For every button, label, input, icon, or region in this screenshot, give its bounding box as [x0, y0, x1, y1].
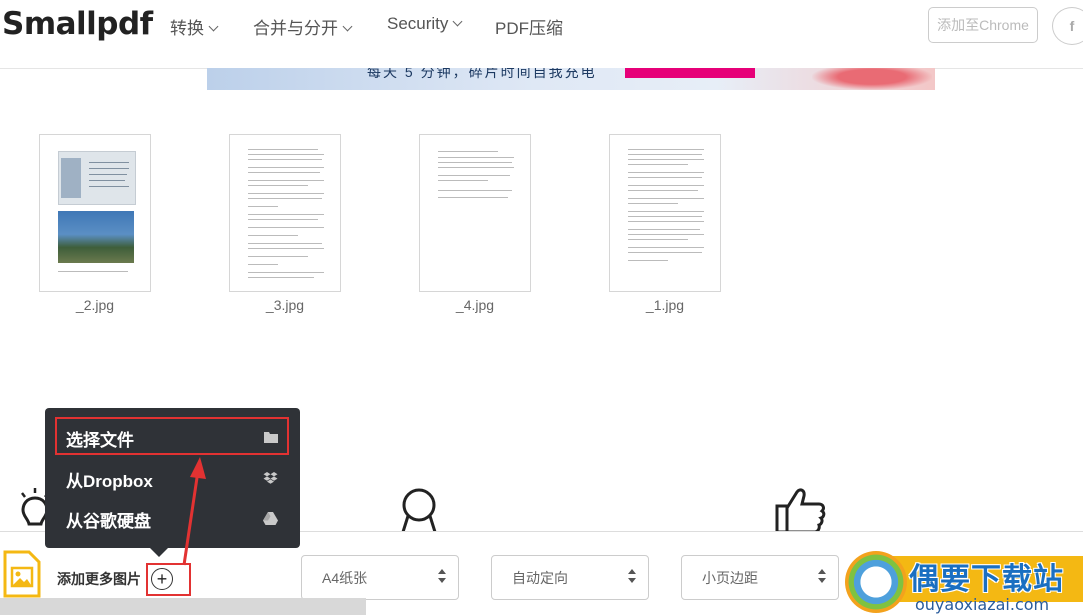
page-thumbnail[interactable] — [609, 134, 721, 292]
page-label: _4.jpg — [455, 297, 495, 313]
margin-select[interactable]: 小页边距 — [681, 555, 839, 600]
nav-compress[interactable]: PDF压缩 — [495, 14, 563, 39]
site-watermark: 偶要下载站 ouyaoxiazai.com — [845, 551, 1083, 615]
dropbox-icon — [263, 472, 278, 484]
chevron-down-icon — [342, 21, 353, 32]
nav-security-label: Security — [387, 14, 449, 33]
sort-up-icon — [818, 569, 826, 574]
annotation-arrow-icon — [182, 457, 206, 566]
page-label: _1.jpg — [645, 297, 685, 313]
menu-item-label: 从谷歌硬盘 — [66, 512, 151, 531]
choose-file-highlight-box — [55, 417, 289, 455]
orientation-value: 自动定向 — [512, 570, 568, 586]
ad-banner-pink-block — [625, 68, 755, 78]
nav-security[interactable]: Security — [387, 14, 463, 34]
dropdown-caret — [150, 548, 168, 557]
chevron-down-icon — [208, 21, 219, 32]
ad-banner[interactable]: 每天 5 分钟，碎片时间自我充电 — [207, 68, 935, 90]
add-to-chrome-button[interactable]: 添加至Chrome — [928, 7, 1038, 43]
sort-down-icon — [628, 578, 636, 583]
nav-merge-split[interactable]: 合并与分开 — [253, 14, 353, 39]
google-drive-icon — [263, 512, 278, 525]
page-size-select[interactable]: A4纸张 — [301, 555, 459, 600]
sort-up-icon — [628, 569, 636, 574]
chevron-down-icon — [452, 16, 463, 27]
page-label: _2.jpg — [75, 297, 115, 313]
thumbs-up-icon — [775, 488, 826, 532]
nav-convert[interactable]: 转换 — [170, 14, 219, 39]
add-more-images-label[interactable]: 添加更多图片 — [57, 569, 141, 589]
sort-down-icon — [818, 578, 826, 583]
page-thumbnail[interactable] — [39, 134, 151, 292]
page-thumbnail[interactable] — [229, 134, 341, 292]
nav-merge-split-label: 合并与分开 — [253, 19, 338, 38]
smallpdf-logo[interactable]: Smallpdf — [2, 6, 153, 42]
margin-value: 小页边距 — [702, 570, 758, 586]
nav-convert-label: 转换 — [170, 19, 204, 38]
award-ribbon-icon — [401, 488, 437, 532]
page-size-value: A4纸张 — [322, 570, 368, 586]
nav-compress-label: PDF压缩 — [495, 19, 563, 38]
facebook-button[interactable]: f — [1052, 7, 1083, 45]
sort-up-icon — [438, 569, 446, 574]
watermark-url: ouyaoxiazai.com — [915, 595, 1050, 614]
image-file-icon — [3, 550, 41, 598]
watermark-title: 偶要下载站 — [909, 562, 1064, 597]
ad-banner-text: 每天 5 分钟，碎片时间自我充电 — [367, 68, 597, 80]
plus-highlight-box — [146, 563, 191, 596]
sort-down-icon — [438, 578, 446, 583]
top-header: Smallpdf 转换 合并与分开 Security PDF压缩 添加至Chro… — [0, 0, 1083, 69]
page-thumbnail[interactable] — [419, 134, 531, 292]
orientation-select[interactable]: 自动定向 — [491, 555, 649, 600]
progress-bar — [0, 598, 366, 615]
watermark-logo — [845, 551, 907, 613]
page-image — [58, 151, 136, 205]
menu-item-label: 从Dropbox — [66, 472, 153, 491]
ad-banner-person-image — [812, 68, 932, 90]
page-photo — [58, 211, 134, 263]
page-label: _3.jpg — [265, 297, 305, 313]
